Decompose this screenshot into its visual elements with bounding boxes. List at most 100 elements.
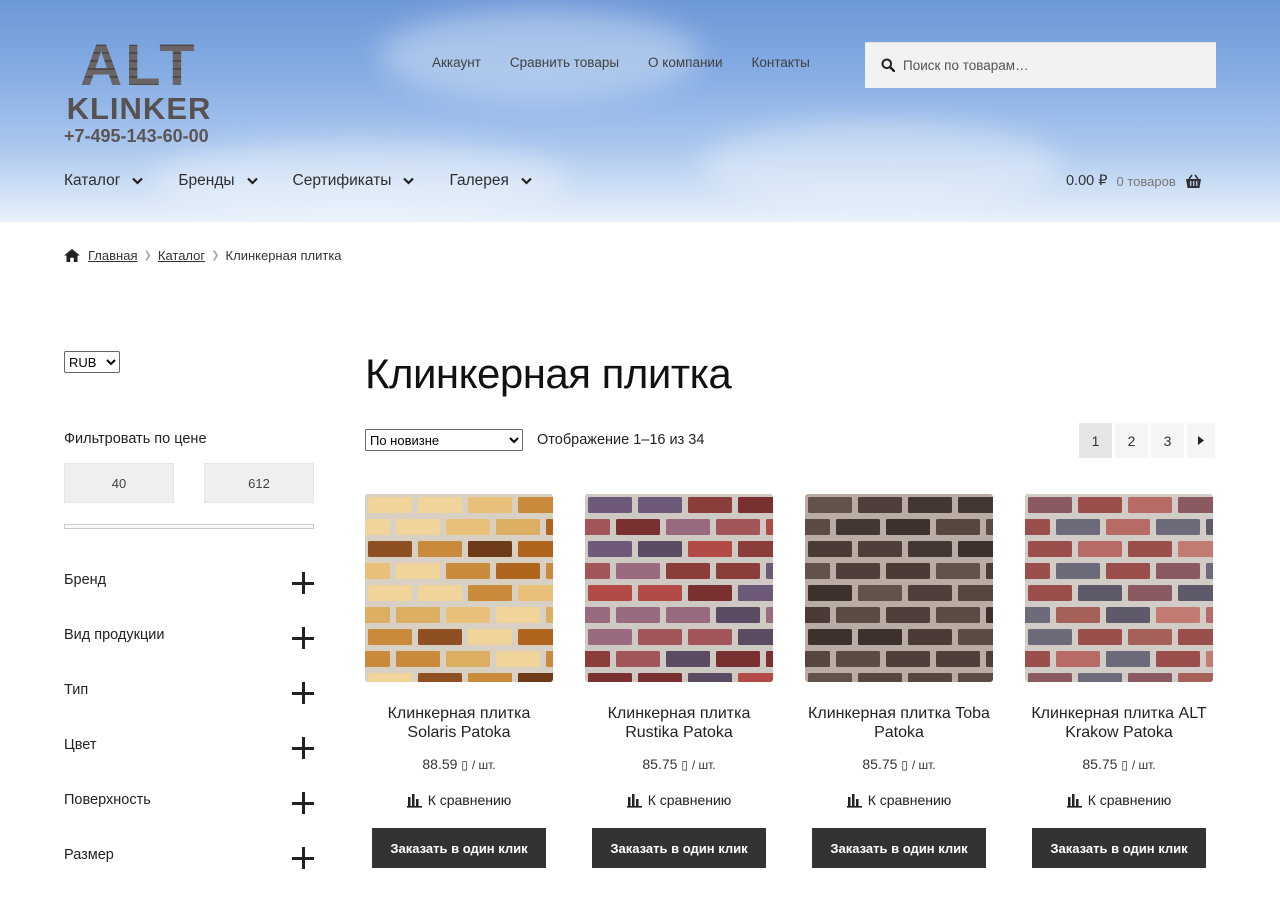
brick — [766, 563, 773, 579]
brick — [958, 541, 993, 557]
plus-icon[interactable] — [292, 847, 314, 869]
compare-label: К сравнению — [1087, 792, 1172, 808]
facet-size[interactable]: Размер — [64, 847, 314, 875]
product-price: 85.75 ▯ / шт. — [805, 756, 993, 772]
primary-nav: Каталог Бренды Сертификаты Галерея — [64, 172, 567, 190]
facet-label: Цвет — [64, 737, 97, 753]
brick — [1206, 651, 1213, 667]
brick — [396, 519, 440, 535]
brick — [738, 497, 773, 513]
chevron-right-icon: ❯ — [211, 250, 220, 261]
brick — [365, 563, 390, 579]
facet-label: Тип — [64, 682, 89, 698]
product-image[interactable] — [1025, 494, 1213, 682]
product-search — [865, 42, 1216, 88]
brick — [468, 497, 512, 513]
page-2[interactable]: 2 — [1115, 423, 1148, 458]
facet-label: Вид продукции — [64, 627, 165, 643]
nav-link-contacts[interactable]: Контакты — [752, 55, 810, 70]
brick — [716, 651, 760, 667]
brick — [616, 607, 660, 623]
compare-link[interactable]: К сравнению — [585, 792, 773, 808]
search-input[interactable] — [903, 57, 1193, 73]
one-click-order-button[interactable]: Заказать в один клик — [592, 828, 766, 868]
product-name[interactable]: Клинкерная плитка ALT Krakow Patoka — [1025, 704, 1213, 744]
product-image[interactable] — [805, 494, 993, 682]
brick — [1025, 651, 1050, 667]
facet-brand[interactable]: Бренд — [64, 572, 314, 600]
brick — [958, 673, 993, 682]
plus-icon[interactable] — [292, 792, 314, 814]
site-logo[interactable]: ALT KLINKER +7-495-143-60-00 — [64, 37, 216, 148]
sort-select[interactable]: По новизне — [365, 429, 523, 451]
price-min-field[interactable]: 40 — [64, 463, 174, 503]
brick — [936, 651, 980, 667]
brick — [688, 673, 732, 682]
bar-chart-icon — [1066, 793, 1082, 808]
home-icon[interactable] — [64, 249, 80, 262]
plus-icon[interactable] — [292, 737, 314, 759]
brick — [396, 563, 440, 579]
bar-chart-icon — [846, 793, 862, 808]
facet-surface[interactable]: Поверхность — [64, 792, 314, 820]
search-icon[interactable] — [881, 58, 895, 72]
currency-select[interactable]: RUB — [64, 351, 120, 373]
header-cart[interactable]: 0.00 ₽ 0 товаров — [1066, 173, 1216, 189]
brick — [1056, 519, 1100, 535]
brick — [908, 673, 952, 682]
plus-icon[interactable] — [292, 682, 314, 704]
price-currency: ▯ — [681, 758, 688, 772]
product-name[interactable]: Клинкерная плитка Solaris Patoka — [365, 704, 553, 744]
plus-icon[interactable] — [292, 627, 314, 649]
brick — [588, 629, 632, 645]
brick — [365, 651, 390, 667]
plus-icon[interactable] — [292, 572, 314, 594]
breadcrumb-catalog[interactable]: Каталог — [158, 248, 205, 263]
brick — [716, 607, 760, 623]
nav-item-certificates[interactable]: Сертификаты — [293, 172, 415, 190]
product-image[interactable] — [585, 494, 773, 682]
compare-link[interactable]: К сравнению — [365, 792, 553, 808]
brick — [1106, 607, 1150, 623]
breadcrumb-home[interactable]: Главная — [88, 248, 137, 263]
brick — [738, 585, 773, 601]
brick — [1178, 585, 1213, 601]
page-1[interactable]: 1 — [1079, 423, 1112, 458]
nav-item-brands[interactable]: Бренды — [178, 172, 258, 190]
nav-link-account[interactable]: Аккаунт — [432, 55, 481, 70]
brick — [886, 607, 930, 623]
nav-item-gallery[interactable]: Галерея — [449, 172, 532, 190]
brick — [738, 541, 773, 557]
brick — [738, 629, 773, 645]
one-click-order-button[interactable]: Заказать в один клик — [812, 828, 986, 868]
compare-link[interactable]: К сравнению — [1025, 792, 1213, 808]
nav-link-compare[interactable]: Сравнить товары — [510, 55, 619, 70]
brick — [1106, 519, 1150, 535]
one-click-order-button[interactable]: Заказать в один клик — [372, 828, 546, 868]
page-3[interactable]: 3 — [1151, 423, 1184, 458]
facet-color[interactable]: Цвет — [64, 737, 314, 765]
product-image[interactable] — [365, 494, 553, 682]
next-page-button[interactable] — [1187, 423, 1215, 458]
price-range-slider[interactable] — [64, 524, 314, 529]
one-click-order-button[interactable]: Заказать в один клик — [1032, 828, 1206, 868]
facet-label: Поверхность — [64, 792, 151, 808]
facet-type[interactable]: Тип — [64, 682, 314, 710]
brick — [805, 607, 830, 623]
product-name[interactable]: Клинкерная плитка Toba Patoka — [805, 704, 993, 744]
sky-cloud — [700, 120, 1060, 210]
brick — [546, 607, 553, 623]
nav-link-about[interactable]: О компании — [648, 55, 722, 70]
price-max-field[interactable]: 612 — [204, 463, 314, 503]
brick — [766, 651, 773, 667]
brick — [908, 629, 952, 645]
nav-item-catalog[interactable]: Каталог — [64, 172, 144, 190]
facet-product-kind[interactable]: Вид продукции — [64, 627, 314, 655]
brick-tile-image — [805, 494, 993, 682]
logo-brand-bottom: KLINKER — [66, 91, 212, 126]
product-name[interactable]: Клинкерная плитка Rustika Patoka — [585, 704, 773, 744]
brick — [666, 651, 710, 667]
facet-label: Размер — [64, 847, 114, 863]
brick — [858, 497, 902, 513]
compare-link[interactable]: К сравнению — [805, 792, 993, 808]
